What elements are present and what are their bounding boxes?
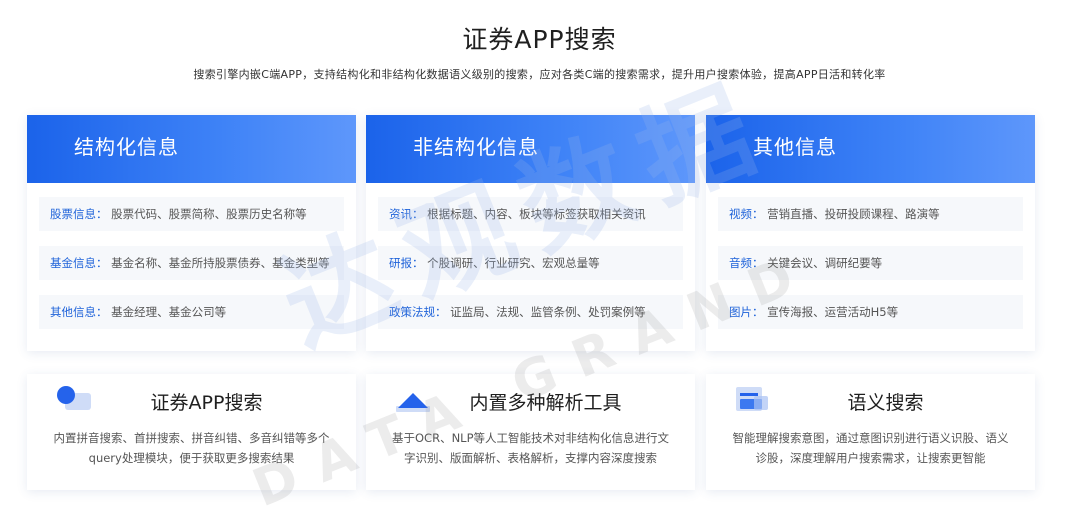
- card-title: 非结构化信息: [366, 115, 695, 183]
- row-key: 图片：: [729, 305, 764, 319]
- card-unstructured-info: 非结构化信息 资讯： 根据标题、内容、板块等标签获取相关资讯 研报： 个股调研、…: [366, 115, 695, 351]
- row-key: 音频：: [729, 256, 764, 270]
- info-row: 音频： 关键会议、调研纪要等: [718, 246, 1023, 280]
- row-value: 股票代码、股票简称、股票历史名称等: [111, 207, 307, 221]
- page-subtitle: 搜索引擎内嵌C端APP，支持结构化和非结构化数据语义级别的搜索，应对各类C端的搜…: [193, 68, 886, 81]
- info-row: 资讯： 根据标题、内容、板块等标签获取相关资讯: [378, 197, 683, 231]
- feature-parse-tools: 内置多种解析工具 基于OCR、NLP等人工智能技术对非结构化信息进行文字识别、版…: [366, 374, 695, 490]
- feature-title: 证券APP搜索: [150, 392, 263, 414]
- feature-title: 语义搜索: [847, 392, 924, 414]
- feature-semantic-search: 语义搜索 智能理解搜索意图，通过意图识别进行语义识股、语义诊股，深度理解用户搜索…: [706, 374, 1035, 490]
- page-title: 证券APP搜索: [462, 25, 617, 54]
- card-other-info: 其他信息 视频： 营销直播、投研投顾课程、路演等 音频： 关键会议、调研纪要等 …: [706, 115, 1035, 351]
- row-key: 股票信息：: [50, 207, 108, 221]
- row-key: 政策法规：: [389, 305, 447, 319]
- row-key: 研报：: [389, 256, 424, 270]
- row-value: 根据标题、内容、板块等标签获取相关资讯: [427, 207, 646, 221]
- card-title: 其他信息: [706, 115, 1035, 183]
- info-cards: 结构化信息 股票信息： 股票代码、股票简称、股票历史名称等 基金信息： 基金名称…: [27, 115, 1035, 351]
- info-row: 图片： 宣传海报、运营活动H5等: [718, 295, 1023, 329]
- row-value: 营销直播、投研投顾课程、路演等: [767, 207, 940, 221]
- row-key: 视频：: [729, 207, 764, 221]
- row-value: 关键会议、调研纪要等: [767, 256, 883, 270]
- feature-cards: 证券APP搜索 内置拼音搜索、首拼搜索、拼音纠错、多音纠错等多个query处理模…: [27, 374, 1035, 490]
- card-structured-info: 结构化信息 股票信息： 股票代码、股票简称、股票历史名称等 基金信息： 基金名称…: [27, 115, 356, 351]
- info-row: 政策法规： 证监局、法规、监管条例、处罚案例等: [378, 295, 683, 329]
- row-value: 个股调研、行业研究、宏观总量等: [427, 256, 600, 270]
- feature-title: 内置多种解析工具: [469, 392, 622, 414]
- feature-desc: 基于OCR、NLP等人工智能技术对非结构化信息进行文字识别、版面解析、表格解析，…: [392, 431, 670, 465]
- row-value: 宣传海报、运营活动H5等: [767, 305, 899, 319]
- row-key: 基金信息：: [50, 256, 108, 270]
- card-title: 结构化信息: [27, 115, 356, 183]
- info-row: 视频： 营销直播、投研投顾课程、路演等: [718, 197, 1023, 231]
- row-value: 基金经理、基金公司等: [111, 305, 227, 319]
- feature-desc: 智能理解搜索意图，通过意图识别进行语义识股、语义诊股，深度理解用户搜索需求，让搜…: [732, 431, 1009, 465]
- feature-desc: 内置拼音搜索、首拼搜索、拼音纠错、多音纠错等多个query处理模块，便于获取更多…: [53, 431, 330, 465]
- row-key: 资讯：: [389, 207, 424, 221]
- info-row: 基金信息： 基金名称、基金所持股票债券、基金类型等: [39, 246, 344, 280]
- info-row: 股票信息： 股票代码、股票简称、股票历史名称等: [39, 197, 344, 231]
- row-value: 基金名称、基金所持股票债券、基金类型等: [111, 256, 330, 270]
- row-key: 其他信息：: [50, 305, 108, 319]
- feature-app-search: 证券APP搜索 内置拼音搜索、首拼搜索、拼音纠错、多音纠错等多个query处理模…: [27, 374, 356, 490]
- info-row: 其他信息： 基金经理、基金公司等: [39, 295, 344, 329]
- row-value: 证监局、法规、监管条例、处罚案例等: [450, 305, 646, 319]
- info-row: 研报： 个股调研、行业研究、宏观总量等: [378, 246, 683, 280]
